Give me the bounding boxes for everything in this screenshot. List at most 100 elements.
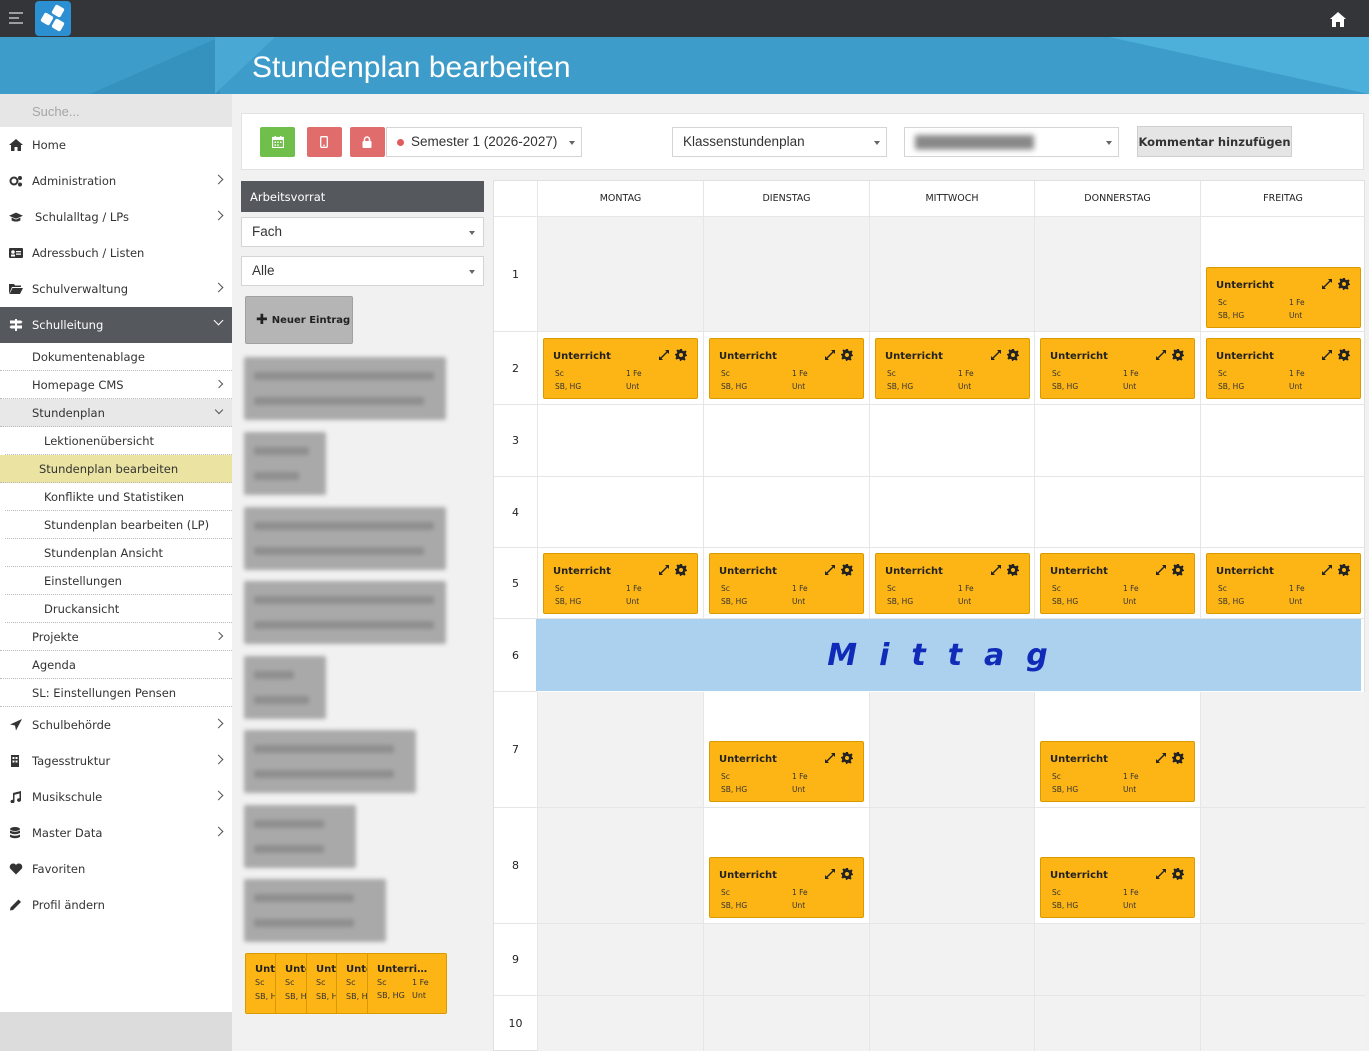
expand-icon[interactable] [824,564,836,576]
lesson-card[interactable]: Unterricht Sc 1 Fe SB, HG Unt [543,553,698,614]
timetable-cell[interactable] [703,924,869,996]
worklist-item[interactable] [244,805,356,868]
timetable-cell[interactable] [703,217,869,332]
worklist-item[interactable] [244,656,326,719]
timetable-cell[interactable] [869,405,1034,477]
gear-icon[interactable] [1172,868,1184,880]
worklist-item[interactable] [244,730,416,793]
semester-select[interactable]: Semester 1 (2026-2027) [386,127,582,157]
scope-filter-select[interactable]: Alle [241,256,484,286]
expand-icon[interactable] [1155,564,1167,576]
timetable-cell[interactable] [869,996,1034,1051]
gear-icon[interactable] [1007,564,1019,576]
lesson-card[interactable]: Unterricht Sc 1 Fe SB, HG Unt [1040,741,1195,802]
timetable-cell[interactable] [869,924,1034,996]
sidebar-sub-dokumentenablage[interactable]: Dokumentenablage [0,343,232,371]
sidebar-item-favoriten[interactable]: Favoriten [0,851,232,887]
gear-icon[interactable] [841,349,853,361]
timetable-cell[interactable] [537,405,703,477]
sidebar-sub-stundenplan[interactable]: Stundenplan [0,399,232,427]
sidebar-item-tagesstruktur[interactable]: Tagesstruktur [0,743,232,779]
sidebar-sub-konflikte[interactable]: Konflikte und Statistiken [5,483,232,511]
worklist-item[interactable] [244,357,446,420]
sidebar-sub-stundenplan-bearbeiten[interactable]: Stundenplan bearbeiten [0,455,232,483]
gear-icon[interactable] [1007,349,1019,361]
sidebar-item-adressbuch[interactable]: Adressbuch / Listen [0,235,232,271]
timetable-cell[interactable] [537,996,703,1051]
sidebar-item-musikschule[interactable]: Musikschule [0,779,232,815]
lesson-card[interactable]: Unterricht Sc 1 Fe SB, HG Unt [709,741,864,802]
new-entry-button[interactable]: ✚ Neuer Eintrag [245,296,353,344]
expand-icon[interactable] [824,868,836,880]
app-logo[interactable] [35,1,71,36]
expand-icon[interactable] [1155,752,1167,764]
search-input[interactable]: Suche... [0,94,232,127]
timetable-cell[interactable] [1200,405,1365,477]
lock-button[interactable] [350,127,385,157]
expand-icon[interactable] [1321,349,1333,361]
class-select[interactable]: ██████████████ [904,127,1119,157]
expand-icon[interactable] [990,564,1002,576]
gear-icon[interactable] [1338,278,1350,290]
gear-icon[interactable] [1172,349,1184,361]
sidebar-item-schulbehoerde[interactable]: Schulbehörde [0,707,232,743]
expand-icon[interactable] [1321,278,1333,290]
lesson-card[interactable]: Unterricht Sc 1 Fe SB, HG Unt [875,338,1030,399]
timetable-cell[interactable] [1034,217,1200,332]
lesson-card[interactable]: Unterricht Sc 1 Fe SB, HG Unt [1206,338,1361,399]
sidebar-sub-druckansicht[interactable]: Druckansicht [5,595,232,623]
sidebar-item-home[interactable]: Home [0,127,232,163]
timetable-cell[interactable] [1200,808,1365,924]
sidebar-sub-agenda[interactable]: Agenda [0,651,232,679]
subject-filter-select[interactable]: Fach [241,217,484,247]
sidebar-item-schulverwaltung[interactable]: Schulverwaltung [0,271,232,307]
mobile-button[interactable] [307,127,342,157]
lesson-card[interactable]: Unterricht Sc 1 Fe SB, HG Unt [1206,267,1361,328]
lesson-card[interactable]: Unterricht Sc 1 Fe SB, HG Unt [1040,338,1195,399]
timetable-cell[interactable] [1200,692,1365,808]
gear-icon[interactable] [841,868,853,880]
expand-icon[interactable] [1321,564,1333,576]
sidebar-sub-sl-einstellungen-pensen[interactable]: SL: Einstellungen Pensen [0,679,232,707]
worklist-item[interactable] [244,432,326,495]
sidebar-sub-stundenplan-bearbeiten-lp[interactable]: Stundenplan bearbeiten (LP) [5,511,232,539]
sidebar-item-profil[interactable]: Profil ändern [0,887,232,923]
timetable-cell[interactable] [703,405,869,477]
timetable-cell[interactable] [703,996,869,1051]
sidebar-item-administration[interactable]: Administration [0,163,232,199]
timetable-cell[interactable] [869,477,1034,548]
lesson-card[interactable]: Unterricht Sc 1 Fe SB, HG Unt [543,338,698,399]
timetable-cell[interactable] [1034,996,1200,1051]
expand-icon[interactable] [658,564,670,576]
timetable-cell[interactable] [869,692,1034,808]
gear-icon[interactable] [1338,349,1350,361]
sidebar-sub-stundenplan-ansicht[interactable]: Stundenplan Ansicht [5,539,232,567]
timetable-cell[interactable] [1200,477,1365,548]
timetable-cell[interactable] [869,217,1034,332]
gear-icon[interactable] [1172,752,1184,764]
timetable-cell[interactable] [537,217,703,332]
expand-icon[interactable] [824,349,836,361]
add-comment-button[interactable]: Kommentar hinzufügen [1137,126,1292,157]
expand-icon[interactable] [824,752,836,764]
expand-icon[interactable] [1155,349,1167,361]
sidebar-item-schulleitung[interactable]: Schulleitung [0,307,232,343]
gear-icon[interactable] [675,349,687,361]
sidebar-sub-einstellungen[interactable]: Einstellungen [5,567,232,595]
timetable-cell[interactable] [1200,996,1365,1051]
sidebar-item-schulalltag[interactable]: Schulalltag / LPs [0,199,232,235]
sidebar-sub-lektionenuebersicht[interactable]: Lektionenübersicht [5,427,232,455]
home-icon[interactable] [1329,11,1347,28]
gear-icon[interactable] [675,564,687,576]
calendar-button[interactable] [260,127,295,157]
worklist-card[interactable]: Unterri… Sc 1 Fe SB, HG Unt [367,953,447,1014]
sidebar-item-master-data[interactable]: Master Data [0,815,232,851]
gear-icon[interactable] [1338,564,1350,576]
timetable-cell[interactable] [1034,924,1200,996]
expand-icon[interactable] [658,349,670,361]
timetable-cell[interactable] [537,692,703,808]
worklist-item[interactable] [244,581,446,644]
timetable-cell[interactable] [1034,477,1200,548]
menu-icon[interactable] [9,12,23,24]
lesson-card[interactable]: Unterricht Sc 1 Fe SB, HG Unt [709,553,864,614]
